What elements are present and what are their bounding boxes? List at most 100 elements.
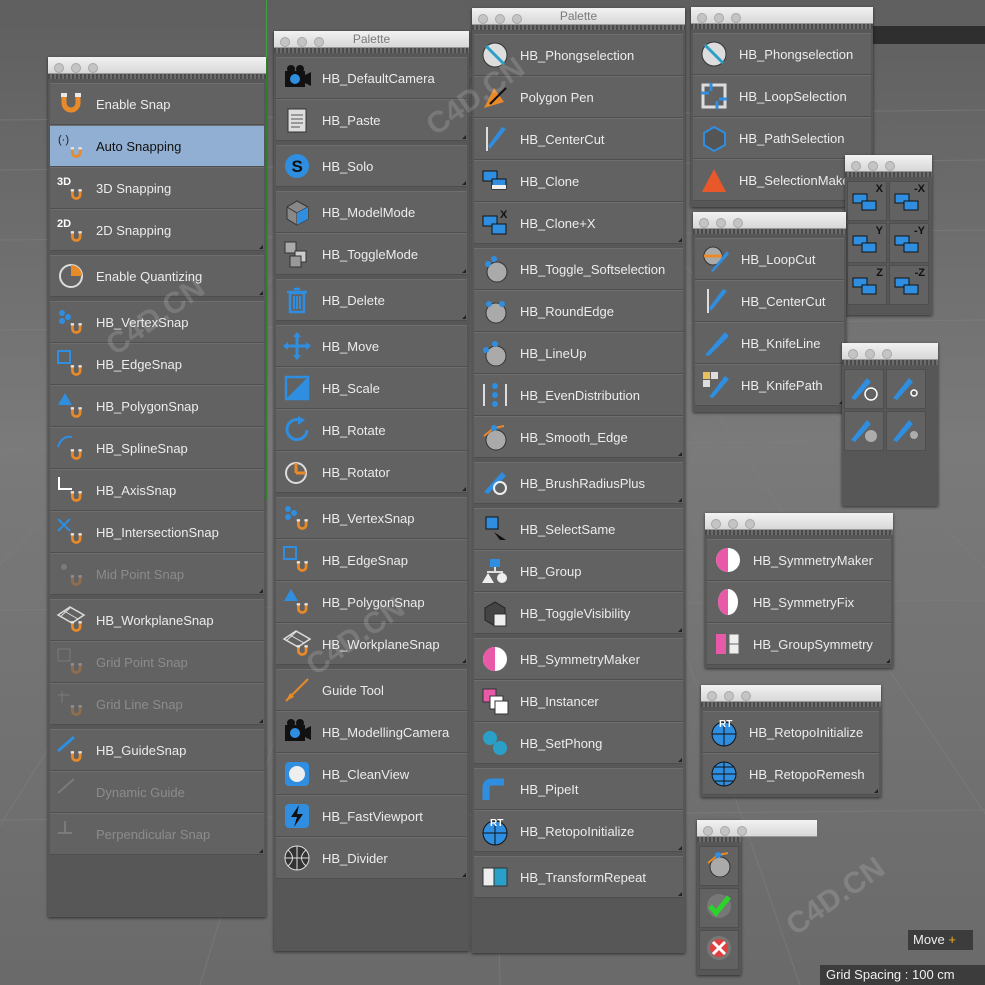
3d-snapping-button[interactable]: 3D 3D Snapping (50, 167, 264, 209)
hb-clone-x-button[interactable]: X HB_Clone+X (474, 202, 683, 244)
clone-axis-button[interactable]: -Y (889, 223, 929, 263)
hb-loopselection-button[interactable]: HB_LoopSelection (693, 75, 871, 117)
hb-setphong-button[interactable]: HB_SetPhong (474, 722, 683, 764)
palette-titlebar[interactable] (705, 513, 893, 530)
perpendicular-snap-button[interactable]: Perpendicular Snap (50, 813, 264, 855)
palette-titlebar[interactable] (693, 212, 846, 229)
hb-togglevisibility-button[interactable]: HB_ToggleVisibility (474, 592, 683, 634)
palette-titlebar[interactable] (697, 820, 817, 837)
hb-loopcut-button[interactable]: HB_LoopCut (695, 238, 844, 280)
hb-delete-button[interactable]: HB_Delete (276, 279, 467, 321)
midpoint-snap-icon (56, 559, 86, 589)
hb-knifeline-button[interactable]: HB_KnifeLine (695, 322, 844, 364)
hb-workplanesnap-button[interactable]: HB_WorkplaneSnap (276, 623, 467, 665)
brush-button[interactable] (844, 369, 884, 409)
hb-clone-button[interactable]: HB_Clone (474, 160, 683, 202)
hb-defaultcamera-button[interactable]: HB_DefaultCamera (276, 57, 467, 99)
hb-vertexsnap-button[interactable]: HB_VertexSnap (276, 497, 467, 539)
hb-retopoinitialize-button[interactable]: RT HB_RetopoInitialize (703, 711, 879, 753)
hb-retopoinitialize-button[interactable]: RT HB_RetopoInitialize (474, 810, 683, 852)
knife-icon (701, 286, 731, 316)
hb-move-button[interactable]: HB_Move (276, 325, 467, 367)
clone-axis-button[interactable]: Y (847, 223, 887, 263)
hb-instancer-button[interactable]: HB_Instancer (474, 680, 683, 722)
hb-edgesnap-button[interactable]: HB_EdgeSnap (50, 343, 264, 385)
brush-button[interactable] (886, 369, 926, 409)
hb-symmetryfix-button[interactable]: HB_SymmetryFix (707, 581, 891, 623)
palette-titlebar[interactable] (842, 343, 938, 360)
hb-centercut-button[interactable]: HB_CenterCut (474, 118, 683, 160)
smooth-edge-icon (704, 849, 734, 884)
palette-titlebar[interactable]: Palette (274, 31, 469, 48)
hb-transformrepeat-button[interactable]: HB_TransformRepeat (474, 856, 683, 898)
hb-edgesnap-button[interactable]: HB_EdgeSnap (276, 539, 467, 581)
hb-guidesnap-button[interactable]: HB_GuideSnap (50, 729, 264, 771)
hb-phongselection-button[interactable]: HB_Phongselection (474, 34, 683, 76)
cancel-button[interactable] (699, 930, 739, 970)
palette-titlebar[interactable] (845, 155, 932, 172)
smooth-edge-button[interactable] (699, 846, 739, 886)
brush-button[interactable] (844, 411, 884, 451)
guide-tool-button[interactable]: Guide Tool (276, 669, 467, 711)
polygon-pen-button[interactable]: Polygon Pen (474, 76, 683, 118)
enable-quantizing-button[interactable]: Enable Quantizing (50, 255, 264, 297)
clone-axis-button[interactable]: -Z (889, 265, 929, 305)
hb-togglemode-button[interactable]: HB_ToggleMode (276, 233, 467, 275)
hb-fastviewport-button[interactable]: HB_FastViewport (276, 795, 467, 837)
submenu-corner-icon (678, 238, 682, 242)
hb-roundedge-button[interactable]: HB_RoundEdge (474, 290, 683, 332)
hb-modellingcamera-button[interactable]: HB_ModellingCamera (276, 711, 467, 753)
hb-knifepath-button[interactable]: HB_KnifePath (695, 364, 844, 406)
hb-polygonsnap-button[interactable]: HB_PolygonSnap (276, 581, 467, 623)
mid-point-snap-button[interactable]: Mid Point Snap (50, 553, 264, 595)
hb-centercut-button[interactable]: HB_CenterCut (695, 280, 844, 322)
clone-axis-button[interactable]: X (847, 181, 887, 221)
hb-axissnap-button[interactable]: HB_AxisSnap (50, 469, 264, 511)
move-tool-indicator[interactable]: Move + (908, 930, 973, 950)
palette-titlebar[interactable] (701, 685, 881, 702)
button-group: HB_ModelMode HB_ToggleMode (276, 191, 467, 275)
hb-selectsame-button[interactable]: HB_SelectSame (474, 508, 683, 550)
hb-polygonsnap-button[interactable]: HB_PolygonSnap (50, 385, 264, 427)
hb-rotator-button[interactable]: HB_Rotator (276, 451, 467, 493)
hb-vertexsnap-button[interactable]: HB_VertexSnap (50, 301, 264, 343)
hb-paste-button[interactable]: HB_Paste (276, 99, 467, 141)
hb-splinesnap-button[interactable]: HB_SplineSnap (50, 427, 264, 469)
hb-divider-button[interactable]: HB_Divider (276, 837, 467, 879)
hb-group-button[interactable]: HB_Group (474, 550, 683, 592)
check-button[interactable] (699, 888, 739, 928)
hb-smooth-edge-button[interactable]: HB_Smooth_Edge (474, 416, 683, 458)
hb-pipeit-button[interactable]: HB_PipeIt (474, 768, 683, 810)
auto-snapping-button[interactable]: (·) Auto Snapping (50, 125, 264, 167)
grid-line-snap-button[interactable]: Grid Line Snap (50, 683, 264, 725)
hb-evendistribution-button[interactable]: HB_EvenDistribution (474, 374, 683, 416)
hb-cleanview-button[interactable]: HB_CleanView (276, 753, 467, 795)
hb-workplanesnap-button[interactable]: HB_WorkplaneSnap (50, 599, 264, 641)
hb-groupsymmetry-button[interactable]: HB_GroupSymmetry (707, 623, 891, 665)
hb-retoporemesh-button[interactable]: HB_RetopoRemesh (703, 753, 879, 795)
enable-snap-button[interactable]: Enable Snap (50, 83, 264, 125)
palette-titlebar[interactable]: Palette (472, 8, 685, 25)
hb-brushradiusplus-button[interactable]: HB_BrushRadiusPlus (474, 462, 683, 504)
2d-snapping-button[interactable]: 2D 2D Snapping (50, 209, 264, 251)
button-label: Guide Tool (322, 682, 384, 698)
hb-scale-button[interactable]: HB_Scale (276, 367, 467, 409)
palette-titlebar[interactable] (691, 7, 873, 24)
hb-intersectionsnap-button[interactable]: HB_IntersectionSnap (50, 511, 264, 553)
clone-axis-button[interactable]: Z (847, 265, 887, 305)
dynamic-guide-button[interactable]: Dynamic Guide (50, 771, 264, 813)
hb-toggle-softselection-button[interactable]: HB_Toggle_Softselection (474, 248, 683, 290)
hb-lineup-button[interactable]: HB_LineUp (474, 332, 683, 374)
edge-snap-icon (56, 349, 86, 379)
grid-point-snap-button[interactable]: Grid Point Snap (50, 641, 264, 683)
hb-symmetrymaker-button[interactable]: HB_SymmetryMaker (707, 539, 891, 581)
clone-axis-button[interactable]: -X (889, 181, 929, 221)
hb-modelmode-button[interactable]: HB_ModelMode (276, 191, 467, 233)
brush-button[interactable] (886, 411, 926, 451)
hb-phongselection-button[interactable]: HB_Phongselection (693, 33, 871, 75)
hb-symmetrymaker-button[interactable]: HB_SymmetryMaker (474, 638, 683, 680)
hb-pathselection-button[interactable]: HB_PathSelection (693, 117, 871, 159)
hb-rotate-button[interactable]: HB_Rotate (276, 409, 467, 451)
hb-solo-button[interactable]: S HB_Solo (276, 145, 467, 187)
palette-titlebar[interactable] (48, 57, 266, 74)
